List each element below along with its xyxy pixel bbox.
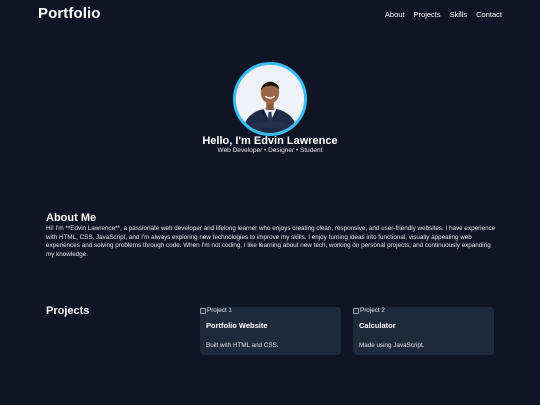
project-card-portfolio-website[interactable]: Project 1 Portfolio Website Built with H… (200, 307, 341, 355)
navbar: Portfolio About Projects Skills Contact (0, 0, 540, 30)
about-title: About Me (46, 212, 97, 224)
broken-image-icon (353, 307, 359, 314)
portfolio-page: Portfolio About Projects Skills Contact (0, 0, 540, 405)
project-description: Built with HTML and CSS. (206, 342, 279, 349)
project-image: Project 1 (200, 307, 232, 314)
project-name: Portfolio Website (206, 321, 268, 330)
nav-link-contact[interactable]: Contact (476, 10, 502, 19)
nav-links: About Projects Skills Contact (385, 10, 502, 19)
project-description: Made using JavaScript. (359, 342, 425, 349)
nav-link-skills[interactable]: Skills (450, 10, 468, 19)
profile-photo-icon (236, 65, 304, 133)
project-image-alt: Project 1 (207, 307, 232, 314)
hero-tagline: Web Developer • Designer • Student (217, 147, 323, 154)
project-image: Project 2 (353, 307, 385, 314)
brand-logo[interactable]: Portfolio (38, 5, 101, 22)
project-name: Calculator (359, 321, 396, 330)
project-image-alt: Project 2 (360, 307, 385, 314)
about-text: Hi! I'm **Edvin Lawrence**, a passionate… (46, 225, 496, 258)
broken-image-icon (200, 307, 206, 314)
nav-link-projects[interactable]: Projects (414, 10, 441, 19)
projects-title: Projects (46, 305, 90, 317)
hero-name: Hello, I'm Edvin Lawrence (202, 135, 338, 147)
project-card-calculator[interactable]: Project 2 Calculator Made using JavaScri… (353, 307, 494, 355)
nav-link-about[interactable]: About (385, 10, 405, 19)
avatar (233, 62, 307, 136)
